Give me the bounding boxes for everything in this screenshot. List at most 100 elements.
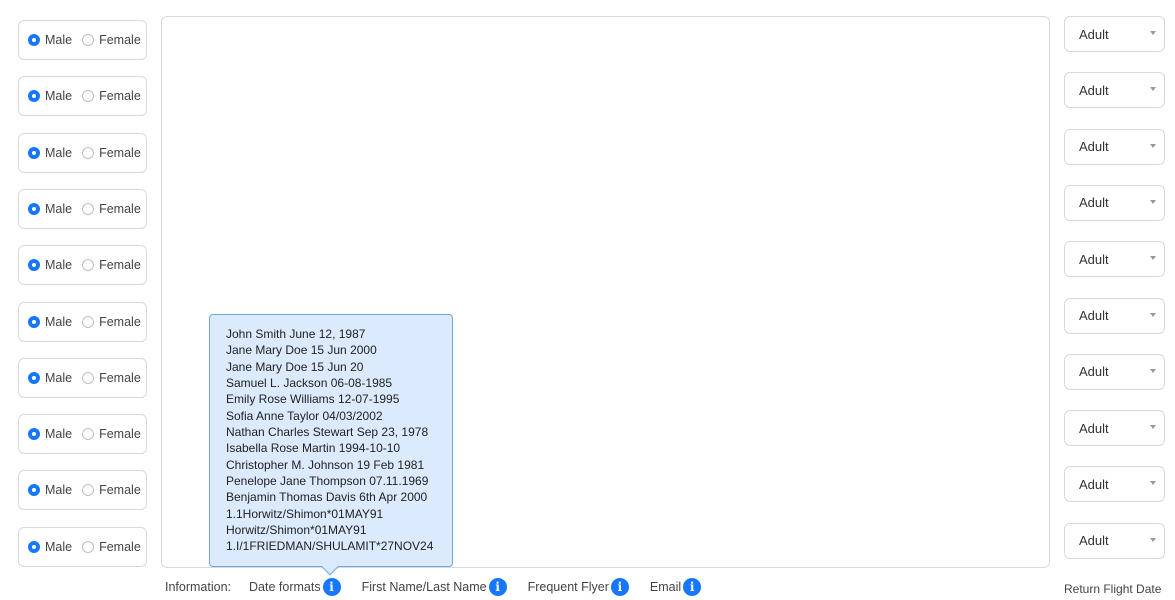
radio-icon[interactable] [28, 428, 40, 441]
gender-option-male[interactable]: Male [28, 371, 72, 385]
date-format-example: Horwitz/Shimon*01MAY91 [226, 523, 367, 538]
gender-option-female[interactable]: Female [82, 427, 141, 441]
gender-option-male[interactable]: Male [28, 483, 72, 497]
chevron-down-icon [1150, 312, 1156, 317]
tooltip-arrow [321, 558, 339, 576]
passenger-type-select[interactable]: Adult [1064, 466, 1165, 503]
info-email-label: Email [649, 580, 682, 594]
gender-option-label: Female [99, 370, 141, 385]
passenger-type-select[interactable]: Adult [1064, 184, 1165, 221]
passenger-type-select[interactable]: Adult [1064, 297, 1165, 334]
passenger-type-select[interactable]: Adult [1064, 72, 1165, 109]
passenger-type-value: Adult [1079, 476, 1109, 492]
passenger-type-value: Adult [1079, 420, 1109, 436]
chevron-down-icon [1150, 481, 1156, 486]
radio-icon[interactable] [28, 484, 40, 497]
chevron-down-icon [1150, 199, 1156, 204]
passenger-type-select[interactable]: Adult [1064, 241, 1165, 278]
info-email[interactable]: Email i [649, 578, 702, 596]
date-format-example: Jane Mary Doe 15 Jun 2000 [226, 343, 377, 358]
passenger-type-value: Adult [1079, 364, 1109, 380]
chevron-down-icon [1150, 87, 1156, 92]
radio-icon[interactable] [28, 90, 40, 103]
information-label: Information: [165, 580, 232, 594]
gender-option-female[interactable]: Female [82, 146, 141, 160]
info-first-last-name[interactable]: First Name/Last Name i [362, 578, 507, 596]
gender-option-label: Male [45, 539, 73, 554]
gender-option-male[interactable]: Male [28, 33, 72, 47]
passenger-type-select[interactable]: Adult [1064, 128, 1165, 165]
info-icon[interactable]: i [488, 578, 507, 596]
chevron-down-icon [1150, 143, 1156, 148]
gender-option-male[interactable]: Male [28, 427, 72, 441]
gender-option-female[interactable]: Female [82, 258, 141, 272]
date-format-example: Jane Mary Doe 15 Jun 20 [226, 359, 364, 374]
radio-icon[interactable] [82, 34, 95, 46]
gender-option-female[interactable]: Female [82, 371, 141, 385]
radio-icon[interactable] [28, 146, 40, 159]
gender-option-label: Male [45, 427, 73, 442]
gender-option-female[interactable]: Female [82, 33, 141, 47]
passenger-type-value: Adult [1079, 308, 1109, 323]
gender-option-male[interactable]: Male [28, 315, 72, 329]
radio-icon[interactable] [82, 484, 95, 497]
gender-option-label: Female [99, 145, 141, 160]
chevron-down-icon [1150, 256, 1156, 261]
info-icon[interactable]: i [322, 578, 341, 596]
gender-option-female[interactable]: Female [82, 89, 141, 103]
gender-option-label: Female [99, 33, 141, 47]
gender-option-label: Male [45, 370, 73, 385]
radio-icon[interactable] [28, 259, 40, 272]
gender-option-male[interactable]: Male [28, 258, 72, 272]
gender-option-male[interactable]: Male [28, 89, 72, 103]
date-format-example: John Smith June 12, 1987 [226, 327, 366, 341]
radio-icon[interactable] [82, 90, 95, 103]
information-bar: Information: Date formats i First Name/L… [165, 578, 722, 596]
radio-icon[interactable] [82, 540, 95, 553]
radio-icon[interactable] [82, 259, 95, 272]
radio-icon[interactable] [82, 428, 95, 441]
return-flight-date-label: Return Flight Date [1064, 582, 1162, 596]
date-format-example: Samuel L. Jackson 06-08-1985 [226, 376, 393, 391]
radio-icon[interactable] [82, 146, 95, 159]
date-format-example: Penelope Jane Thompson 07.11.1969 [226, 474, 429, 489]
gender-option-female[interactable]: Female [82, 315, 141, 329]
radio-icon[interactable] [28, 540, 40, 553]
gender-option-female[interactable]: Female [82, 202, 141, 216]
gender-option-label: Male [45, 483, 73, 498]
info-icon[interactable]: i [610, 578, 629, 596]
gender-option-label: Male [45, 33, 73, 47]
radio-icon[interactable] [82, 371, 95, 384]
radio-icon[interactable] [28, 371, 40, 384]
gender-radio-group: Male Female [18, 132, 147, 173]
radio-icon[interactable] [28, 315, 40, 328]
info-icon[interactable]: i [683, 578, 702, 596]
radio-icon[interactable] [82, 202, 95, 215]
radio-icon[interactable] [82, 315, 95, 328]
gender-option-label: Male [45, 258, 73, 273]
passenger-type-select[interactable]: Adult [1064, 522, 1165, 559]
info-frequent-flyer[interactable]: Frequent Flyer i [528, 578, 629, 596]
radio-icon[interactable] [28, 34, 40, 46]
gender-option-male[interactable]: Male [28, 146, 72, 160]
gender-option-female[interactable]: Female [82, 540, 141, 554]
gender-option-female[interactable]: Female [82, 483, 141, 497]
passenger-type-value: Adult [1079, 82, 1109, 98]
gender-radio-group: Male Female [18, 188, 147, 229]
gender-option-label: Male [45, 145, 73, 160]
passenger-type-select[interactable]: Adult [1064, 353, 1165, 390]
info-frequent-flyer-label: Frequent Flyer [527, 580, 609, 594]
chevron-down-icon [1150, 425, 1156, 430]
date-format-example: Nathan Charles Stewart Sep 23, 1978 [226, 425, 429, 440]
gender-option-male[interactable]: Male [28, 202, 72, 216]
info-date-formats[interactable]: Date formats i [249, 578, 341, 596]
passenger-type-select[interactable]: Adult [1064, 410, 1165, 447]
gender-radio-group: Male Female [18, 470, 147, 511]
gender-option-label: Female [99, 258, 141, 273]
gender-option-male[interactable]: Male [28, 540, 72, 554]
date-format-example: 1.I/1FRIEDMAN/SHULAMIT*27NOV24 [226, 539, 434, 554]
passenger-type-select[interactable]: Adult [1064, 16, 1165, 52]
radio-icon[interactable] [28, 202, 40, 215]
chevron-down-icon [1150, 537, 1156, 542]
gender-option-label: Female [99, 201, 141, 216]
